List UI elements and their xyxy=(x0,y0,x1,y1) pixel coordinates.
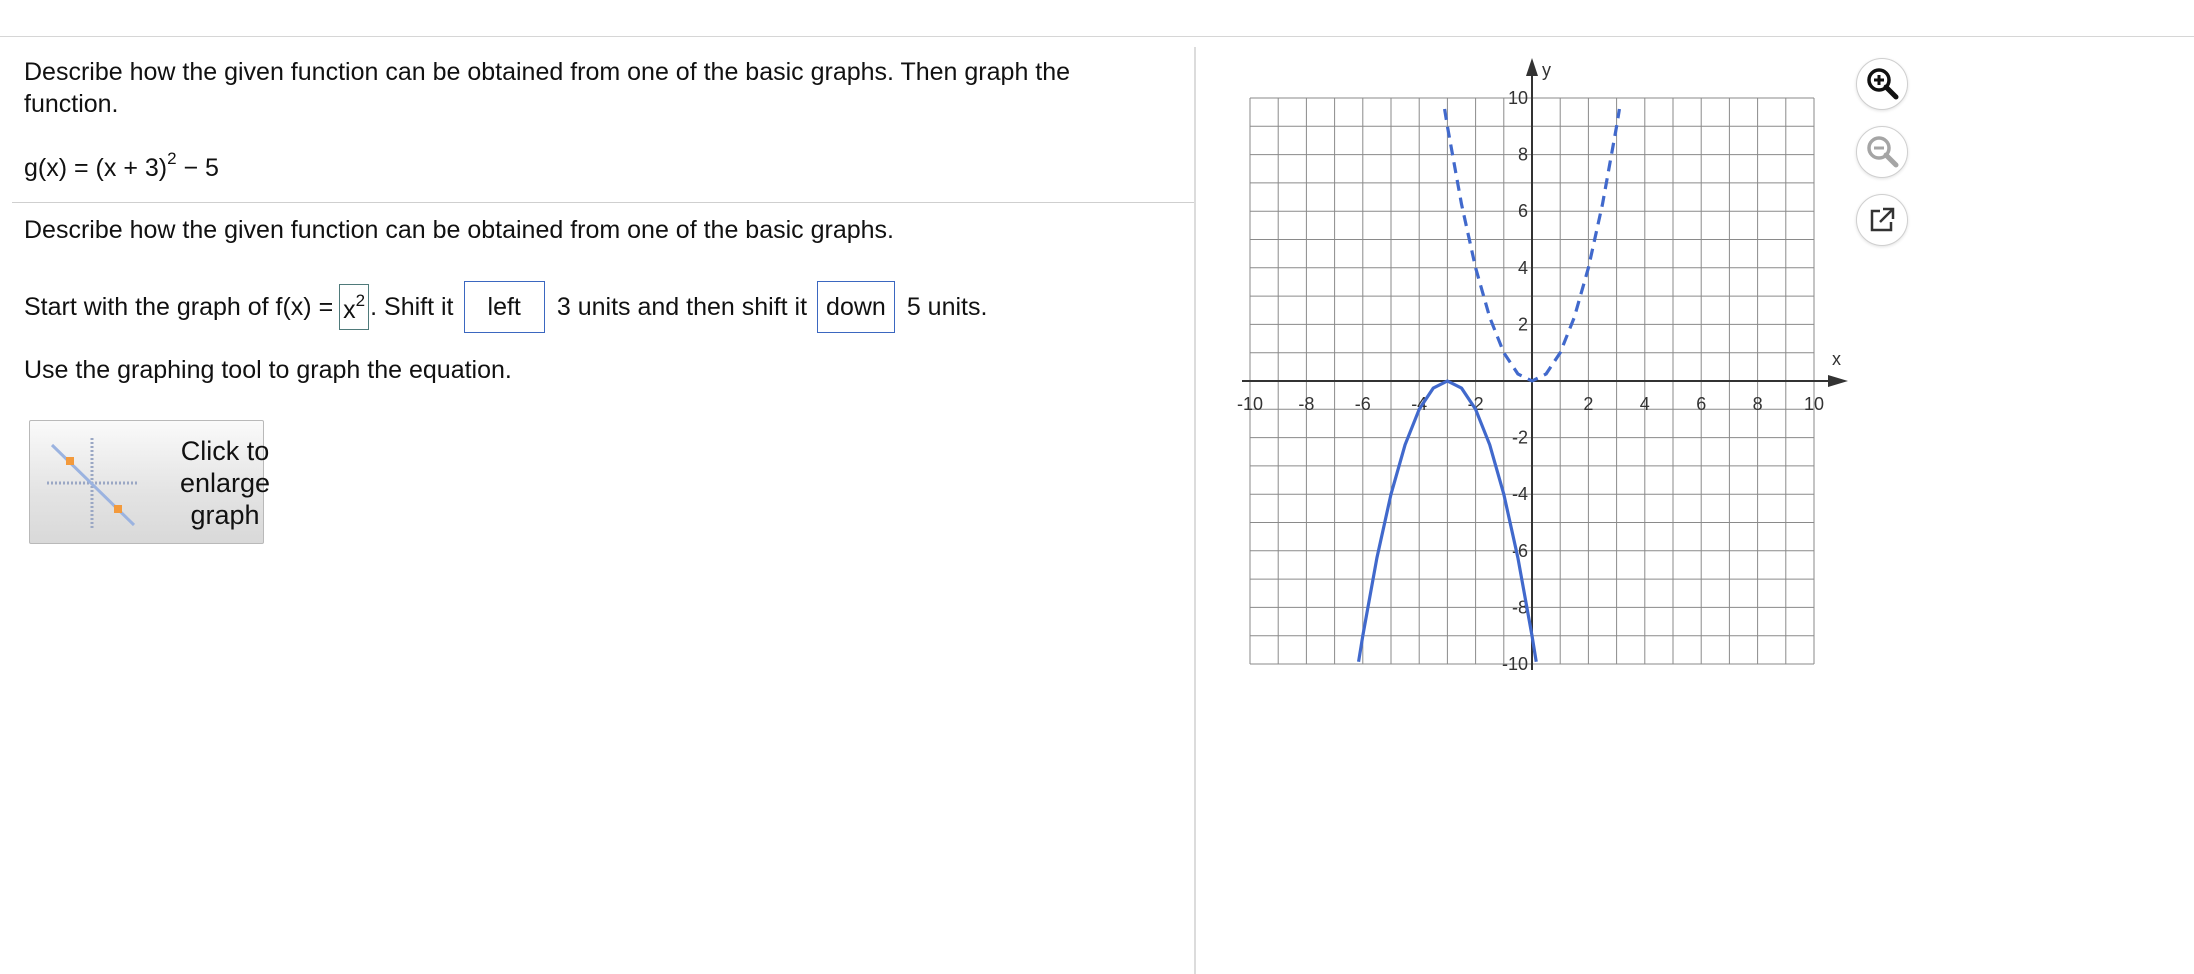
enlarge-graph-button[interactable]: Click to enlarge graph xyxy=(29,420,270,544)
describe-prompt: Describe how the given function can be o… xyxy=(24,216,894,244)
x-tick-label: 6 xyxy=(1696,394,1706,414)
section-separator xyxy=(12,202,1194,203)
y-tick-label: 10 xyxy=(1508,88,1528,108)
basic-function-exponent: 2 xyxy=(355,291,366,310)
external-link-icon xyxy=(1870,207,1895,232)
y-tick-label: 4 xyxy=(1518,258,1528,278)
zoom-out-icon xyxy=(1867,136,1899,168)
zoom-in-icon xyxy=(1867,68,1899,100)
basic-function-answer-box[interactable]: x2 xyxy=(339,284,370,330)
y-tick-label: 2 xyxy=(1518,314,1528,334)
graph-thumbnail-icon xyxy=(47,438,137,528)
y-tick-label: 8 xyxy=(1518,145,1528,165)
y-tick-label: 6 xyxy=(1518,201,1528,221)
function-suffix: − 5 xyxy=(176,154,219,182)
middle-text: 3 units and then shift it xyxy=(556,292,808,321)
y-tick-label: -2 xyxy=(1512,428,1528,448)
pane-divider xyxy=(1194,47,1196,974)
function-expression: g(x) = (x + 3)2 − 5 xyxy=(24,150,219,183)
function-exponent: 2 xyxy=(167,149,177,168)
start-text: Start with the graph of f(x) = xyxy=(24,292,334,321)
y-axis-label: y xyxy=(1542,60,1551,80)
y-axis-arrow xyxy=(1526,58,1538,76)
x-axis-arrow xyxy=(1828,375,1848,387)
zoom-in-button[interactable] xyxy=(1856,58,1908,110)
x-tick-label: 8 xyxy=(1753,394,1763,414)
x-axis-label: x xyxy=(1832,349,1841,369)
shift-text: . Shift it xyxy=(370,292,454,321)
basic-function-base: x xyxy=(343,296,356,324)
x-tick-label: -8 xyxy=(1298,394,1314,414)
x-tick-label: -10 xyxy=(1237,394,1263,414)
y-tick-label: -10 xyxy=(1502,654,1528,674)
shift-direction-2-answer-box[interactable]: down xyxy=(817,281,895,333)
y-tick-label: -4 xyxy=(1512,484,1528,504)
use-tool-instruction: Use the graphing tool to graph the equat… xyxy=(24,356,512,384)
shift-direction-1-answer-box[interactable]: left xyxy=(463,281,545,333)
answer-sentence: Start with the graph of f(x) = x2 . Shif… xyxy=(24,281,987,333)
x-tick-label: 2 xyxy=(1583,394,1593,414)
x-tick-label: 4 xyxy=(1640,394,1650,414)
zoom-out-button[interactable] xyxy=(1856,126,1908,178)
x-tick-label: 10 xyxy=(1804,394,1824,414)
end-text: 5 units. xyxy=(906,292,988,321)
enlarge-graph-label: Click to enlarge graph xyxy=(179,436,271,530)
popout-button[interactable] xyxy=(1856,194,1908,246)
x-tick-label: -6 xyxy=(1355,394,1371,414)
top-rule xyxy=(0,36,2194,37)
function-prefix: g(x) = (x + 3) xyxy=(24,154,168,182)
coordinate-graph[interactable]: xy-10 -8 -6 -4 -2 2 4 6 8 10108642-2-4-6-8-10 xyxy=(1230,56,1870,686)
tick-labels: xy-10 -8 -6 -4 -2 2 4 6 8 10108642-2-4-6-8-10 xyxy=(1237,60,1841,674)
question-instruction: Describe how the given function can be o… xyxy=(24,58,1071,118)
